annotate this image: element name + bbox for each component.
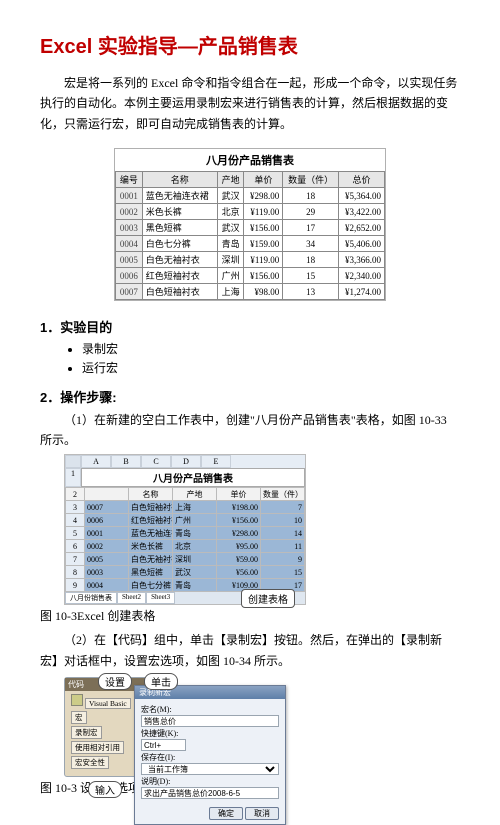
section-1-heading: 1．实验目的 — [40, 317, 460, 336]
table-header-row: 编号 名称 产地 单价 数量（件） 总价 — [116, 172, 385, 188]
desc-label: 说明(D): — [141, 776, 279, 787]
shortcut-label: 快捷键(K): — [141, 728, 279, 739]
sheet-tab[interactable]: Sheet3 — [146, 592, 175, 604]
excel-screenshot-1: ABCDE 1 八月份产品销售表 2 名称 产地 单价 数量（件） 30007白… — [64, 454, 306, 605]
sales-table-caption: 八月份产品销售表 — [115, 149, 385, 171]
callout-create-table: 创建表格 — [241, 589, 295, 608]
sheet-row: 70005白色无袖衬衣深圳¥59.009 — [66, 553, 305, 566]
callout-settings: 设置 — [98, 673, 132, 690]
record-macro-button[interactable]: 录制宏 — [71, 726, 102, 739]
list-item: 运行宏 — [82, 359, 460, 378]
macro-name-field[interactable] — [141, 715, 279, 727]
excel-screenshot-2: 代码 Visual Basic 宏 录制宏 使用相对引用 宏安全性 录制新宏 宏… — [64, 677, 284, 777]
table-row: 0004白色七分裤青岛¥159.0034¥5,406.00 — [116, 236, 385, 252]
macro-security-button[interactable]: 宏安全性 — [71, 756, 109, 769]
table-row: 0005白色无袖衬衣深圳¥119.0018¥3,366.00 — [116, 252, 385, 268]
vb-icon — [71, 694, 83, 706]
ok-button[interactable]: 确定 — [209, 807, 243, 820]
sales-table-figure: 八月份产品销售表 编号 名称 产地 单价 数量（件） 总价 0001蓝色无袖连衣… — [114, 148, 386, 301]
sheet-row: 60002米色长裤北京¥95.0011 — [66, 540, 305, 553]
visual-basic-button[interactable]: Visual Basic — [85, 698, 131, 709]
sales-table: 八月份产品销售表 编号 名称 产地 单价 数量（件） 总价 0001蓝色无袖连衣… — [115, 149, 385, 300]
shortcut-field[interactable] — [141, 739, 186, 751]
sheet-row: 80003黑色短裤武汉¥56.0015 — [66, 566, 305, 579]
sheet-header-row: 2 名称 产地 单价 数量（件） — [66, 488, 305, 501]
cancel-button[interactable]: 取消 — [245, 807, 279, 820]
callout-click: 单击 — [144, 673, 178, 690]
intro-paragraph: 宏是将一系列的 Excel 命令和指令组合在一起，形成一个命令，以实现任务执行的… — [40, 73, 460, 134]
section-2-heading: 2．操作步骤: — [40, 387, 460, 406]
table-row: 0003黑色短裤武汉¥156.0017¥2,652.00 — [116, 220, 385, 236]
table-row: 0007白色短袖衬衣上海¥98.0013¥1,274.00 — [116, 284, 385, 300]
figure-caption-1: 图 10-3Excel 创建表格 — [40, 607, 460, 624]
desc-field[interactable] — [141, 787, 279, 799]
store-select[interactable]: 当前工作簿 — [141, 763, 279, 775]
macro-button[interactable]: 宏 — [71, 711, 87, 724]
table-row: 0006红色短袖衬衣广州¥156.0015¥2,340.00 — [116, 268, 385, 284]
page-title: Excel 实验指导—产品销售表 — [40, 30, 460, 59]
sheet-row: 30007白色短袖衬衣上海¥198.007 — [66, 501, 305, 514]
objective-list: 录制宏 运行宏 — [40, 340, 460, 378]
sheet-row: 40006红色短袖衬衣广州¥156.0010 — [66, 514, 305, 527]
sheet-tab[interactable]: Sheet2 — [117, 592, 146, 604]
table-row: 0001蓝色无袖连衣裙武汉¥298.0018¥5,364.00 — [116, 188, 385, 204]
step-2-text: （2）在【代码】组中，单击【录制宏】按钮。然后，在弹出的【录制新宏】对话框中，设… — [40, 630, 460, 671]
sheet-row: 50001蓝色无袖连衣裙青岛¥298.0014 — [66, 527, 305, 540]
record-macro-dialog: 录制新宏 宏名(M): 快捷键(K): 保存在(I): 当前工作簿 说明(D):… — [134, 685, 286, 825]
sheet-tab[interactable]: 八月份销售表 — [65, 592, 117, 604]
sheet-title: 八月份产品销售表 — [81, 468, 305, 487]
relative-ref-button[interactable]: 使用相对引用 — [71, 741, 124, 754]
step-1-text: （1）在新建的空白工作表中，创建"八月份产品销售表"表格，如图 10-33 所示… — [40, 410, 460, 451]
callout-input: 输入 — [88, 781, 122, 798]
list-item: 录制宏 — [82, 340, 460, 359]
table-row: 0002米色长裤北京¥119.0029¥3,422.00 — [116, 204, 385, 220]
store-label: 保存在(I): — [141, 752, 279, 763]
